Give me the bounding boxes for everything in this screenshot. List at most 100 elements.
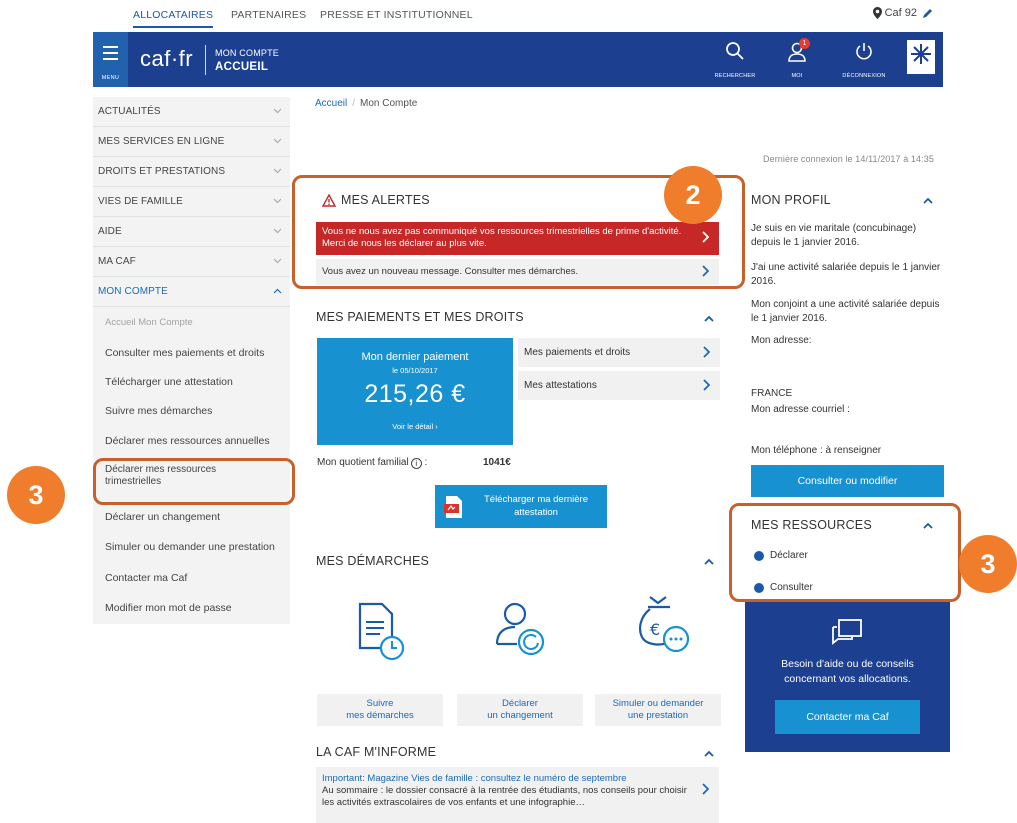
profile-activity: J'ai une activité salariée depuis le 1 j… (751, 262, 941, 287)
suivre-demarches-button[interactable]: Suivre mes démarches (317, 694, 443, 726)
sidebar-sub-ressources-annuelles[interactable]: Déclarer mes ressources annuelles (93, 426, 290, 456)
demarches-panel: MES DÉMARCHES € Suivre mes démarches Décl… (308, 543, 724, 730)
sidebar-sub-label: Contacter ma Caf (105, 572, 188, 584)
logout-button[interactable]: DÉCONNEXION (838, 32, 890, 87)
breadcrumb-separator: / (352, 98, 356, 109)
chevron-right-icon (703, 379, 710, 391)
quotient-value: 1041€ (483, 457, 511, 468)
sidebar-sub-label: Télécharger une attestation (105, 376, 233, 388)
user-button[interactable]: 1 MOI (771, 32, 823, 87)
chevron-down-icon (273, 198, 282, 204)
search-icon (726, 42, 744, 60)
sidebar-item-aide[interactable]: AIDE (93, 217, 290, 247)
republic-emblem (907, 40, 935, 74)
snowflake-emblem-icon (911, 44, 931, 64)
download-attestation-button[interactable]: Télécharger ma dernière attestation (435, 485, 607, 528)
menu-label: MENU (101, 75, 120, 81)
sidebar-sub-label: Déclarer mes ressources annuelles (105, 435, 270, 447)
pdf-icon (444, 496, 462, 518)
svg-text:€: € (650, 620, 660, 639)
payment-detail-label: Voir le détail (392, 422, 434, 431)
sidebar-item-label: MES SERVICES EN LIGNE (98, 136, 225, 147)
news-item[interactable]: Important: Magazine Vies de famille : co… (316, 767, 719, 823)
sidebar-sub-label: Consulter mes paiements et droits (105, 347, 265, 359)
last-payment-card[interactable]: Mon dernier paiement le 05/10/2017 215,2… (317, 338, 513, 445)
menu-button[interactable]: MENU (93, 32, 128, 87)
quotient-familial: Mon quotient familial i : (317, 457, 428, 469)
pencil-icon[interactable] (921, 6, 935, 20)
last-login: Dernière connexion le 14/11/2017 à 14:35 (763, 154, 934, 164)
breadcrumb-home[interactable]: Accueil (315, 98, 347, 109)
sidebar-sub-paiements[interactable]: Consulter mes paiements et droits (93, 338, 290, 368)
search-label: RECHERCHER (714, 73, 756, 79)
sidebar-sub-demarches[interactable]: Suivre mes démarches (93, 396, 290, 426)
sidebar-sub-accueil[interactable]: Accueil Mon Compte (93, 308, 290, 338)
help-panel: Besoin d'aide ou de conseils concernant … (745, 600, 950, 752)
header-bar: MENU caf·fr MON COMPTE ACCUEIL RECHERCHE… (93, 32, 943, 87)
profile-title: MON PROFIL (751, 193, 831, 207)
demarches-title: MES DÉMARCHES (316, 554, 430, 568)
header-page: ACCUEIL (215, 61, 269, 73)
news-body: Au sommaire : le dossier consacré à la r… (322, 785, 687, 808)
user-label: MOI (791, 73, 803, 79)
attestations-link[interactable]: Mes attestations (518, 371, 720, 400)
quotient-label: Mon quotient familial (317, 457, 409, 468)
sidebar-sub-attestation[interactable]: Télécharger une attestation (93, 367, 290, 397)
sidebar-item-vies-famille[interactable]: VIES DE FAMILLE (93, 187, 290, 217)
sidebar-sub-mot-de-passe[interactable]: Modifier mon mot de passe (93, 593, 290, 623)
sidebar-sub-simuler[interactable]: Simuler ou demander une prestation (93, 532, 290, 562)
help-text: Besoin d'aide ou de conseils concernant … (781, 658, 914, 685)
tab-allocataires[interactable]: ALLOCATAIRES (133, 9, 214, 28)
chevron-down-icon (273, 108, 282, 114)
chevron-up-icon[interactable] (704, 315, 714, 322)
simuler-prestation-l1: Simuler ou demander (612, 698, 704, 709)
chevron-down-icon (273, 168, 282, 174)
profile-email-label: Mon adresse courriel : (751, 404, 850, 415)
sidebar-item-label: AIDE (98, 226, 122, 237)
annotation-box-resources (729, 503, 961, 602)
sidebar: ACTUALITÉS MES SERVICES EN LIGNE DROITS … (93, 97, 290, 624)
payments-title: MES PAIEMENTS ET MES DROITS (316, 310, 524, 324)
declarer-changement-button[interactable]: Déclarer un changement (457, 694, 583, 726)
caf-logo[interactable]: caf·fr (140, 46, 193, 72)
profile-phone: Mon téléphone : à renseigner (751, 445, 882, 456)
simuler-prestation-button[interactable]: Simuler ou demander une prestation (595, 694, 721, 726)
consult-modify-button[interactable]: Consulter ou modifier (751, 465, 944, 497)
annotation-number-2: 2 (664, 166, 722, 224)
payments-rights-link[interactable]: Mes paiements et droits (518, 338, 720, 367)
profile-situation: Je suis en vie maritale (concubinage) de… (751, 223, 917, 248)
chevron-down-icon (273, 228, 282, 234)
profile-country: FRANCE (751, 388, 793, 399)
sidebar-item-label: MA CAF (98, 256, 136, 267)
chevron-up-icon[interactable] (704, 750, 714, 757)
declarer-changement-l2: un changement (487, 710, 553, 721)
chevron-down-icon (273, 138, 282, 144)
sidebar-sub-label: Simuler ou demander une prestation (105, 541, 275, 553)
sidebar-sub-contacter[interactable]: Contacter ma Caf (93, 563, 290, 593)
search-button[interactable]: RECHERCHER (709, 32, 761, 87)
sidebar-item-mon-compte[interactable]: MON COMPTE (93, 277, 290, 307)
sidebar-item-droits[interactable]: DROITS ET PRESTATIONS (93, 157, 290, 187)
sidebar-item-services[interactable]: MES SERVICES EN LIGNE (93, 127, 290, 157)
chevron-up-icon[interactable] (704, 558, 714, 565)
sidebar-item-actualites[interactable]: ACTUALITÉS (93, 97, 290, 127)
contact-caf-button[interactable]: Contacter ma Caf (775, 700, 920, 734)
power-icon (856, 43, 872, 60)
attestations-label: Mes attestations (524, 380, 597, 391)
simuler-prestation-l2: une prestation (627, 710, 689, 721)
chevron-right-icon (703, 346, 710, 358)
sidebar-sub-label: Modifier mon mot de passe (105, 602, 232, 614)
tab-presse[interactable]: PRESSE ET INSTITUTIONNEL (320, 9, 473, 21)
sidebar-sub-label: Déclarer un changement (105, 511, 220, 523)
chevron-up-icon[interactable] (923, 197, 933, 204)
sidebar-item-ma-caf[interactable]: MA CAF (93, 247, 290, 277)
sidebar-sub-changement[interactable]: Déclarer un changement (93, 502, 290, 532)
chevron-right-icon (702, 783, 709, 795)
payment-detail-link[interactable]: Voir le détail › (317, 422, 513, 431)
info-icon[interactable]: i (410, 458, 422, 469)
profile-conjoint: Mon conjoint a une activité salariée dep… (751, 299, 940, 324)
suivre-demarches-l1: Suivre (366, 698, 394, 709)
tab-partenaires[interactable]: PARTENAIRES (231, 9, 306, 21)
location-selector[interactable]: Caf 92 (872, 7, 917, 19)
location-pin-icon (872, 7, 882, 19)
